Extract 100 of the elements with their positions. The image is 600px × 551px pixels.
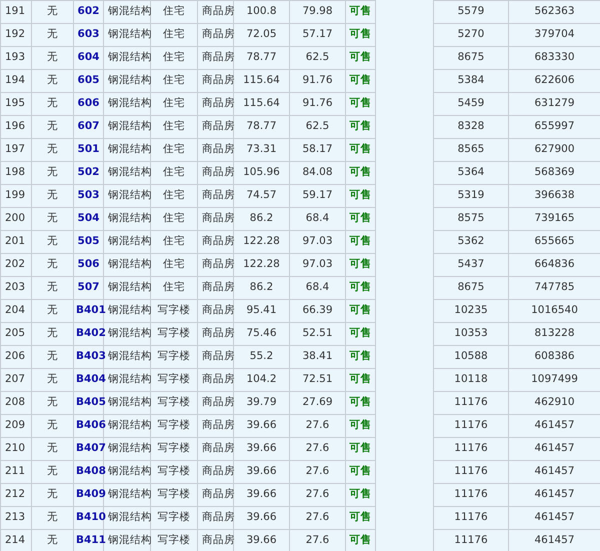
room-link[interactable]: B404 — [76, 373, 106, 386]
table-cell: 205 — [0, 322, 32, 346]
sale-status: 可售 — [350, 258, 372, 270]
table-cell: 写字楼 — [150, 438, 198, 460]
table-cell: 钢混结构 — [104, 116, 150, 138]
table-cell: 商品房 — [198, 162, 234, 184]
table-cell: 461457 — [508, 414, 600, 438]
table-cell: 钢混结构 — [104, 438, 150, 460]
room-link[interactable]: B408 — [76, 465, 106, 478]
table-cell: 461457 — [508, 438, 600, 460]
table-cell: 5579 — [434, 0, 508, 24]
table-cell: 79.98 — [290, 0, 346, 24]
table-cell: 无 — [32, 184, 74, 208]
table-cell: 11176 — [434, 392, 508, 414]
table-cell: 105.96 — [234, 162, 290, 184]
table-cell: 58.17 — [290, 138, 346, 162]
table-cell: 91.76 — [290, 70, 346, 92]
table-cell: 683330 — [508, 46, 600, 70]
table-cell: 商品房 — [198, 184, 234, 208]
table-cell: 无 — [32, 230, 74, 254]
table-cell: 193 — [0, 46, 32, 70]
table-cell: 115.64 — [234, 92, 290, 116]
room-link[interactable]: B410 — [76, 511, 106, 524]
table-cell: 5364 — [434, 162, 508, 184]
table-cell: 住宅 — [150, 116, 198, 138]
table-cell: 208 — [0, 392, 32, 414]
table-cell: 住宅 — [150, 138, 198, 162]
table-cell: 72.05 — [234, 24, 290, 46]
table-cell: 39.66 — [234, 506, 290, 530]
table-cell: 商品房 — [198, 138, 234, 162]
table-cell: 8675 — [434, 46, 508, 70]
table-cell: 197 — [0, 138, 32, 162]
room-link[interactable]: B411 — [76, 534, 106, 546]
table-cell: 商品房 — [198, 230, 234, 254]
room-link[interactable]: B401 — [76, 304, 106, 316]
table-cell: 27.6 — [290, 460, 346, 484]
table-cell: 62.5 — [290, 46, 346, 70]
table-cell: 商品房 — [198, 530, 234, 551]
table-cell: 钢混结构 — [104, 530, 150, 551]
room-link[interactable]: B402 — [76, 327, 106, 340]
table-cell: 62.5 — [290, 116, 346, 138]
table-cell: 商品房 — [198, 254, 234, 276]
sale-status: 可售 — [350, 534, 372, 546]
table-cell: 122.28 — [234, 254, 290, 276]
room-link[interactable]: B405 — [76, 396, 106, 408]
table-cell: 97.03 — [290, 254, 346, 276]
room-link[interactable]: B407 — [76, 442, 106, 454]
table-cell: 8675 — [434, 276, 508, 300]
sale-status: 可售 — [350, 143, 372, 156]
table-cell: 商品房 — [198, 368, 234, 392]
table-cell: 无 — [32, 300, 74, 322]
table-cell: 11176 — [434, 460, 508, 484]
table-cell: 钢混结构 — [104, 346, 150, 368]
table-cell: 68.4 — [290, 276, 346, 300]
table-cell: 739165 — [508, 208, 600, 230]
table-cell: 住宅 — [150, 276, 198, 300]
table-cell: 商品房 — [198, 460, 234, 484]
table-cell: 无 — [32, 414, 74, 438]
table-cell: 27.6 — [290, 438, 346, 460]
table-cell: 商品房 — [198, 414, 234, 438]
table-cell: 86.2 — [234, 208, 290, 230]
table-cell: 5270 — [434, 24, 508, 46]
table-cell: 11176 — [434, 484, 508, 506]
table-cell: 5384 — [434, 70, 508, 92]
table-cell: 38.41 — [290, 346, 346, 368]
table-cell: 1097499 — [508, 368, 600, 392]
table-cell: 商品房 — [198, 24, 234, 46]
table-cell: 住宅 — [150, 184, 198, 208]
sale-status: 可售 — [350, 120, 372, 132]
table-cell: 78.77 — [234, 46, 290, 70]
table-cell: 无 — [32, 254, 74, 276]
sale-status: 可售 — [350, 373, 372, 386]
table-cell: 11176 — [434, 414, 508, 438]
room-link[interactable]: B409 — [76, 488, 106, 500]
sale-status: 可售 — [350, 97, 372, 110]
table-cell: 商品房 — [198, 116, 234, 138]
sale-status: 可售 — [350, 51, 372, 64]
table-cell: 462910 — [508, 392, 600, 414]
table-cell: 钢混结构 — [104, 230, 150, 254]
table-cell: 203 — [0, 276, 32, 300]
table-cell: 钢混结构 — [104, 300, 150, 322]
table-cell: 5459 — [434, 92, 508, 116]
table-cell: 写字楼 — [150, 322, 198, 346]
room-link[interactable]: B403 — [76, 350, 106, 362]
table-cell: 39.79 — [234, 392, 290, 414]
table-cell: 商品房 — [198, 0, 234, 24]
table-cell: 无 — [32, 208, 74, 230]
room-link[interactable]: B406 — [76, 419, 106, 432]
table-cell: 212 — [0, 484, 32, 506]
table-cell: 住宅 — [150, 46, 198, 70]
table-cell: 住宅 — [150, 24, 198, 46]
table-cell: 57.17 — [290, 24, 346, 46]
table-cell: 无 — [32, 484, 74, 506]
table-cell: 住宅 — [150, 0, 198, 24]
table-cell: 200 — [0, 208, 32, 230]
table-cell: 钢混结构 — [104, 92, 150, 116]
table-cell: 209 — [0, 414, 32, 438]
table-cell: 5437 — [434, 254, 508, 276]
table-cell: 27.6 — [290, 484, 346, 506]
table-cell: 201 — [0, 230, 32, 254]
